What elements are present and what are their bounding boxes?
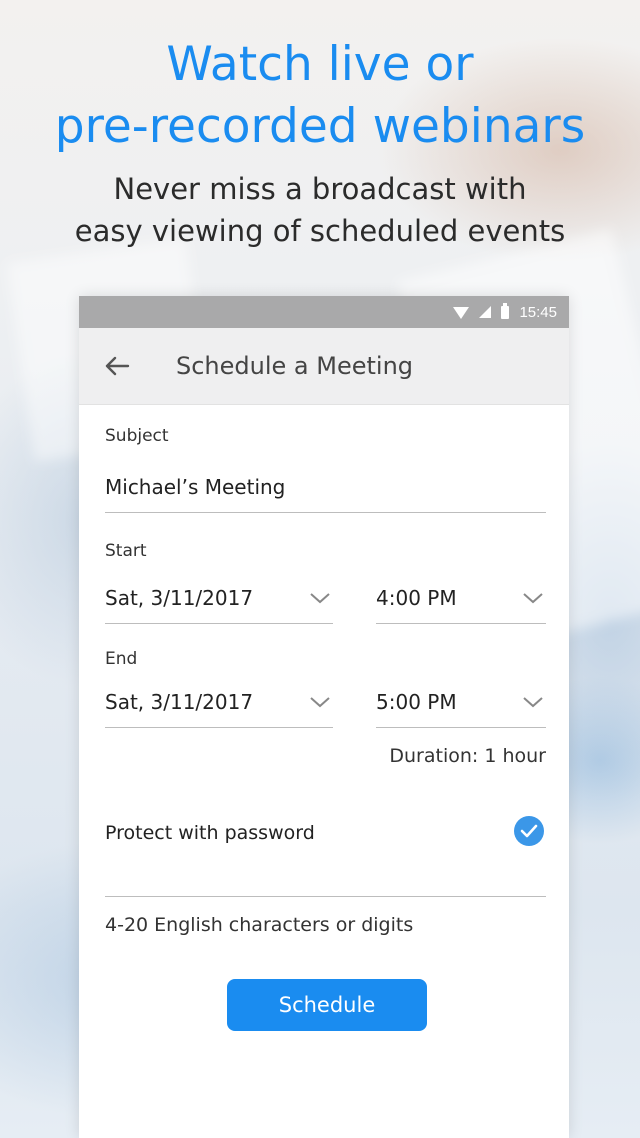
start-label: Start <box>105 541 147 561</box>
wifi-icon <box>453 307 470 319</box>
end-time-value: 5:00 PM <box>376 690 457 714</box>
password-label: Protect with password <box>105 822 315 844</box>
signal-icon <box>479 306 492 318</box>
schedule-button[interactable]: Schedule <box>227 979 427 1031</box>
back-button[interactable] <box>79 328 155 404</box>
subline-line-1: Never miss a broadcast with <box>113 172 527 206</box>
page-title: Schedule a Meeting <box>176 352 414 380</box>
password-hint: 4-20 English characters or digits <box>105 914 414 936</box>
status-time: 15:45 <box>519 303 557 321</box>
start-time-dropdown[interactable]: 4:00 PM <box>376 573 546 624</box>
subject-label: Subject <box>105 426 169 446</box>
chevron-down-icon <box>307 694 333 710</box>
promo-subline: Never miss a broadcast with easy viewing… <box>0 168 640 252</box>
promo-headline: Watch live or pre-recorded webinars <box>0 34 640 158</box>
chevron-down-icon <box>307 590 333 606</box>
password-checkbox[interactable] <box>514 816 544 846</box>
phone-screen: 15:45 Schedule a Meeting Subject Michael… <box>79 296 569 1138</box>
subject-input[interactable]: Michael’s Meeting <box>105 462 546 513</box>
app-bar: Schedule a Meeting <box>79 328 569 405</box>
battery-icon <box>501 302 510 319</box>
status-bar: 15:45 <box>79 296 569 328</box>
start-date-dropdown[interactable]: Sat, 3/11/2017 <box>105 573 333 624</box>
headline-line-1: Watch live or <box>166 37 474 92</box>
chevron-down-icon <box>520 590 546 606</box>
start-date-value: Sat, 3/11/2017 <box>105 586 254 610</box>
end-date-dropdown[interactable]: Sat, 3/11/2017 <box>105 677 333 728</box>
chevron-down-icon <box>520 694 546 710</box>
subject-value: Michael’s Meeting <box>105 475 286 499</box>
checkmark-icon <box>520 824 538 838</box>
end-date-value: Sat, 3/11/2017 <box>105 690 254 714</box>
duration-text: Duration: 1 hour <box>389 745 546 767</box>
subline-line-2: easy viewing of scheduled events <box>74 214 566 248</box>
end-time-dropdown[interactable]: 5:00 PM <box>376 677 546 728</box>
password-input[interactable] <box>105 856 546 897</box>
start-time-value: 4:00 PM <box>376 586 457 610</box>
end-label: End <box>105 649 138 669</box>
arrow-left-icon <box>105 356 130 376</box>
headline-line-2: pre-recorded webinars <box>54 99 586 154</box>
